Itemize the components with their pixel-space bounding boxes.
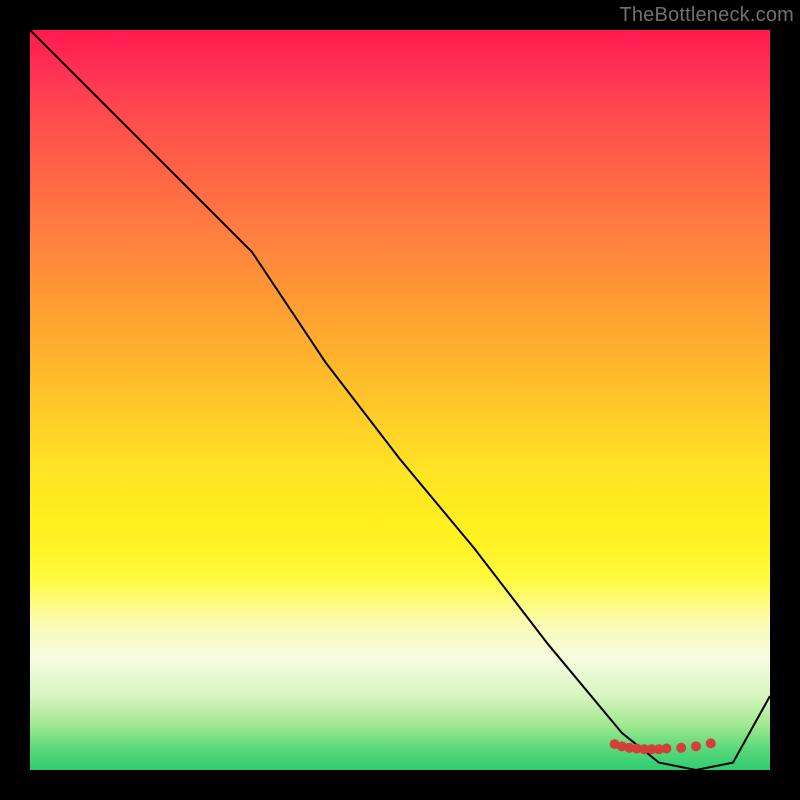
minimum-markers [610,738,716,754]
minimum-marker [661,744,671,754]
chart-overlay [30,30,770,770]
minimum-marker [676,743,686,753]
watermark-label: TheBottleneck.com [619,4,794,27]
bottleneck-curve [30,30,770,770]
minimum-marker [706,738,716,748]
minimum-marker [691,741,701,751]
